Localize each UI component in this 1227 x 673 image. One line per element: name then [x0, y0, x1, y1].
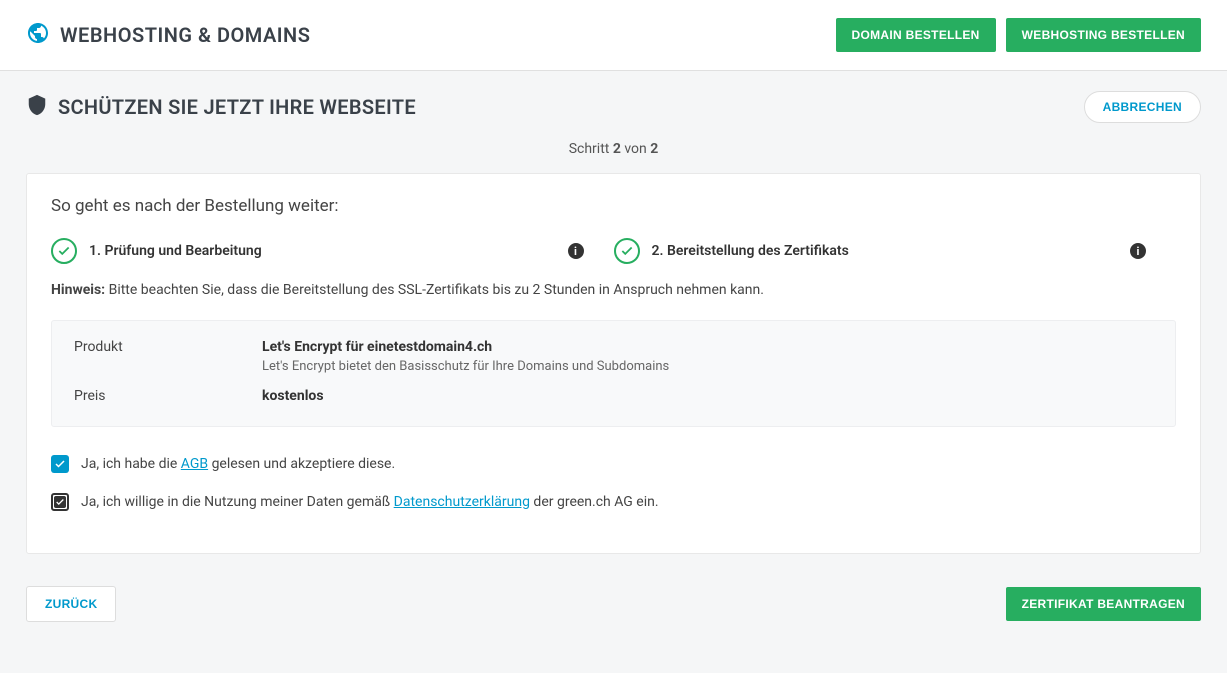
- privacy-label: Ja, ich willige in die Nutzung meiner Da…: [81, 494, 659, 510]
- order-card: So geht es nach der Bestellung weiter: 1…: [26, 173, 1201, 554]
- step-middle: von: [621, 141, 650, 157]
- privacy-link[interactable]: Datenschutzerklärung: [394, 494, 530, 510]
- product-label: Produkt: [74, 339, 262, 355]
- agb-checkbox-row: Ja, ich habe die AGB gelesen und akzepti…: [51, 455, 1176, 473]
- order-domain-button[interactable]: DOMAIN BESTELLEN: [836, 18, 996, 52]
- submit-button[interactable]: ZERTIFIKAT BEANTRAGEN: [1006, 587, 1201, 621]
- step-item-left-1: 1. Prüfung und Bearbeitung: [51, 238, 262, 264]
- step-item-2: 2. Bereitstellung des Zertifikats i: [614, 238, 1177, 264]
- step-item-left-2: 2. Bereitstellung des Zertifikats: [614, 238, 849, 264]
- back-button[interactable]: ZURÜCK: [26, 586, 116, 622]
- price-value: kostenlos: [262, 388, 324, 404]
- product-value: Let's Encrypt für einetestdomain4.ch: [262, 339, 492, 355]
- check-circle-icon: [51, 238, 77, 264]
- product-desc: Let's Encrypt bietet den Basisschutz für…: [262, 359, 1153, 374]
- top-bar-title: WEBHOSTING & DOMAINS: [60, 23, 310, 47]
- step-total: 2: [650, 141, 658, 157]
- top-bar-buttons: DOMAIN BESTELLEN WEBHOSTING BESTELLEN: [836, 18, 1201, 52]
- price-label: Preis: [74, 388, 262, 404]
- hint-row: Hinweis: Bitte beachten Sie, dass die Be…: [51, 282, 1176, 298]
- hint-text: Bitte beachten Sie, dass die Bereitstell…: [105, 282, 764, 298]
- globe-icon: [26, 21, 50, 49]
- card-heading: So geht es nach der Bestellung weiter:: [51, 196, 1176, 216]
- step-label-2: 2. Bereitstellung des Zertifikats: [652, 243, 849, 259]
- step-item-1: 1. Prüfung und Bearbeitung i: [51, 238, 614, 264]
- shield-icon: [26, 94, 48, 120]
- step-prefix: Schritt: [569, 141, 613, 157]
- check-circle-icon: [614, 238, 640, 264]
- agb-prefix: Ja, ich habe die: [81, 456, 181, 472]
- step-label-1: 1. Prüfung und Bearbeitung: [89, 243, 262, 259]
- page-header-left: SCHÜTZEN SIE JETZT IHRE WEBSEITE: [26, 94, 416, 120]
- page-title: SCHÜTZEN SIE JETZT IHRE WEBSEITE: [58, 95, 416, 119]
- page-header: SCHÜTZEN SIE JETZT IHRE WEBSEITE ABBRECH…: [26, 91, 1201, 123]
- step-current: 2: [613, 141, 621, 157]
- privacy-suffix: der green.ch AG ein.: [530, 494, 659, 510]
- info-icon[interactable]: i: [568, 243, 584, 259]
- footer-buttons: ZURÜCK ZERTIFIKAT BEANTRAGEN: [26, 586, 1201, 622]
- content-area: SCHÜTZEN SIE JETZT IHRE WEBSEITE ABBRECH…: [0, 71, 1227, 642]
- agb-checkbox[interactable]: [51, 455, 69, 473]
- privacy-checkbox-row: Ja, ich willige in die Nutzung meiner Da…: [51, 493, 1176, 511]
- step-indicator: Schritt 2 von 2: [26, 141, 1201, 157]
- product-info-box: Produkt Let's Encrypt für einetestdomain…: [51, 320, 1176, 427]
- cancel-button[interactable]: ABBRECHEN: [1084, 91, 1201, 123]
- order-hosting-button[interactable]: WEBHOSTING BESTELLEN: [1006, 18, 1201, 52]
- product-row: Produkt Let's Encrypt für einetestdomain…: [74, 339, 1153, 355]
- agb-suffix: gelesen und akzeptiere diese.: [208, 456, 395, 472]
- agb-label: Ja, ich habe die AGB gelesen und akzepti…: [81, 456, 395, 472]
- privacy-prefix: Ja, ich willige in die Nutzung meiner Da…: [81, 494, 394, 510]
- agb-link[interactable]: AGB: [181, 456, 208, 472]
- top-bar-left: WEBHOSTING & DOMAINS: [26, 21, 310, 49]
- steps-row: 1. Prüfung und Bearbeitung i 2. Bereitst…: [51, 238, 1176, 264]
- price-row: Preis kostenlos: [74, 388, 1153, 404]
- privacy-checkbox[interactable]: [51, 493, 69, 511]
- top-bar: WEBHOSTING & DOMAINS DOMAIN BESTELLEN WE…: [0, 0, 1227, 71]
- hint-label: Hinweis:: [51, 282, 105, 298]
- info-icon[interactable]: i: [1130, 243, 1146, 259]
